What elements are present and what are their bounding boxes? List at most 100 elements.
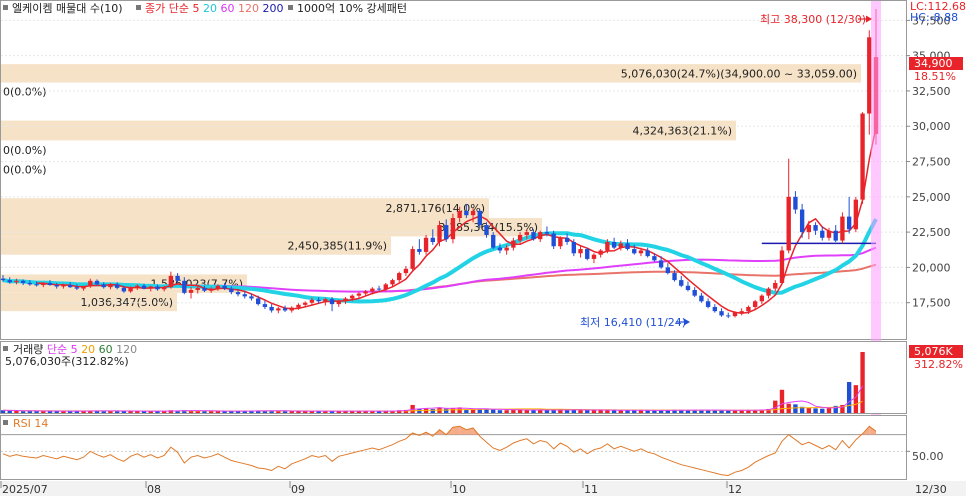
candle-up: [397, 273, 402, 281]
time-axis-background: [0, 481, 966, 496]
candle-down: [726, 315, 731, 317]
candle-down: [585, 249, 590, 259]
volume-bar: [813, 408, 818, 413]
candle-up: [336, 300, 341, 305]
candle-up: [867, 37, 872, 114]
candle-up: [403, 268, 409, 274]
candle-down: [222, 285, 227, 289]
candle-up: [350, 295, 355, 299]
candle-down: [484, 225, 489, 235]
rsi-level-label: 50.00: [912, 450, 944, 463]
candle-up: [215, 285, 221, 289]
candle-up: [208, 288, 214, 291]
volume-bar: [208, 411, 214, 413]
volume-profile-band: [1, 120, 736, 141]
volume-profile-label: 0(0.0%): [3, 163, 47, 176]
volume-bar: [820, 408, 825, 413]
volume-value: 5,076,030주(312.82%): [5, 355, 129, 368]
candle-up: [363, 291, 368, 294]
candle-down: [114, 284, 120, 288]
candle-down: [705, 301, 711, 307]
volume-bar: [591, 410, 597, 413]
volume-bar: [726, 410, 731, 413]
ma-period-5: 5: [192, 2, 199, 15]
price-badge-value: 34,900: [914, 57, 953, 70]
ma-period-20: 20: [203, 2, 217, 15]
volume-bar: [444, 408, 449, 413]
candle-up: [195, 287, 200, 290]
candle-up: [598, 250, 603, 255]
candle-up: [470, 210, 476, 216]
volume-bar: [470, 409, 476, 413]
candle-down: [719, 311, 724, 316]
candle-up: [558, 237, 563, 247]
candle-down: [665, 267, 671, 274]
volume-bar: [101, 411, 106, 413]
candle-up: [450, 218, 456, 240]
volume-bar: [806, 408, 812, 413]
candle-up: [739, 311, 744, 313]
time-tick-label: 09: [291, 483, 305, 496]
volume-bar: [846, 382, 852, 413]
candle-up: [840, 216, 845, 241]
candle-down: [611, 242, 617, 248]
volume-bar: [491, 409, 496, 413]
candle-down: [491, 234, 496, 248]
candle-down: [846, 216, 852, 230]
volume-bar: [544, 410, 550, 413]
candle-up: [14, 280, 19, 283]
price-tick-label: 30,000: [912, 120, 951, 133]
volume-badge-pct: 312.82%: [914, 358, 963, 371]
candle-up: [356, 293, 362, 296]
candle-down: [74, 287, 80, 289]
volume-bar: [578, 410, 583, 413]
pattern-label: 1000억 10% 강세패턴: [297, 2, 407, 15]
volume-profile-label: 2,871,176(14.0%): [385, 202, 485, 215]
candle-down: [417, 249, 422, 252]
candle-up: [766, 288, 771, 296]
candle-up: [779, 250, 785, 283]
volume-bar: [779, 389, 785, 413]
candle-up: [276, 308, 281, 311]
candle-up: [457, 210, 462, 218]
candle-up: [390, 280, 395, 285]
volume-bar: [282, 411, 288, 413]
volume-badge-value: 5,076K: [914, 345, 953, 358]
legend-marker-icon: [136, 5, 141, 10]
candle-down: [497, 247, 503, 251]
price-change: 18.51%: [914, 70, 956, 83]
volume-bar: [14, 410, 19, 413]
candle-up: [343, 298, 348, 301]
candle-down: [652, 256, 657, 261]
candle-down: [27, 282, 33, 285]
candle-up: [860, 113, 865, 200]
candle-down: [376, 288, 382, 290]
candle-up: [826, 230, 832, 238]
volume-bar: [853, 385, 859, 413]
legend-marker-icon: [3, 5, 8, 10]
volume-bar: [611, 410, 617, 413]
candle-down: [282, 308, 288, 311]
volume-bar: [511, 409, 516, 413]
candle-up: [605, 242, 610, 251]
candle-up: [323, 299, 328, 302]
candle-down: [571, 242, 576, 254]
candle-up: [618, 243, 623, 248]
candle-down: [141, 285, 147, 289]
candle-up: [289, 307, 294, 311]
candle-down: [685, 285, 691, 290]
time-tick-label: 12/30: [915, 483, 947, 496]
stock-label: 엘케이켐 매물대 수(10): [12, 2, 123, 15]
candle-down: [477, 210, 482, 226]
volume-profile-label: 0(0.0%): [3, 86, 47, 99]
candle-up: [806, 225, 812, 233]
candle-down: [444, 225, 449, 240]
price-tick-label: 20,000: [912, 261, 951, 274]
stock-chart: 1,036,347(5.0%)1,586,023(7.7%)2,450,385(…: [0, 0, 966, 496]
candle-down: [833, 230, 838, 241]
time-tick-label: 08: [147, 483, 161, 496]
candle-up: [41, 282, 46, 286]
candle-down: [54, 285, 59, 287]
candle-down: [67, 285, 73, 288]
volume-bar: [430, 408, 435, 413]
